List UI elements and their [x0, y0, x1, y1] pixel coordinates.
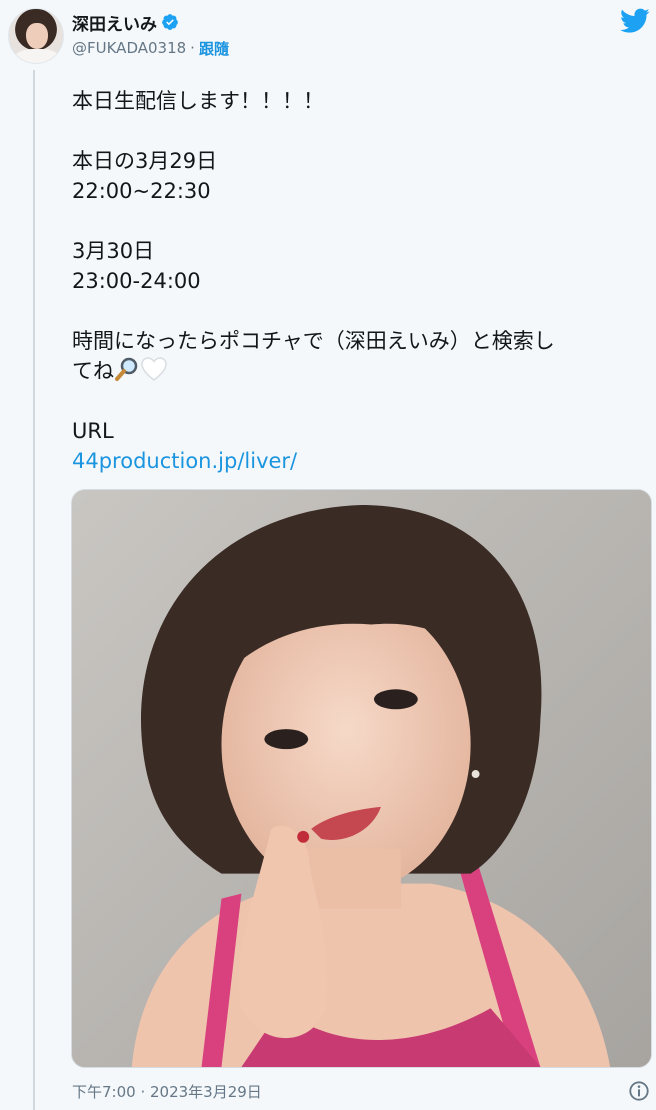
verified-badge-icon — [162, 14, 178, 30]
thread-line — [33, 70, 35, 1110]
tweet-text: 本日生配信します！！！！ 本日の3月29日 22:00~22:30 3月30日 … — [72, 86, 650, 476]
tweet-line: 3月30日 — [72, 239, 155, 263]
photo-icon — [72, 490, 651, 1067]
tweet-line: 時間になったらポコチャで（深田えいみ）と検索し — [72, 329, 555, 353]
tweet-line: 23:00-24:00 — [72, 269, 201, 293]
url-label: URL — [72, 419, 114, 443]
handle[interactable]: @FUKADA0318 — [72, 39, 186, 57]
tweet-header: 深田えいみ @FUKADA0318 · 跟隨 — [72, 10, 229, 60]
tweet-line: 22:00~22:30 — [72, 179, 211, 203]
twitter-bird-icon[interactable] — [620, 8, 650, 34]
tweet-card: 深田えいみ @FUKADA0318 · 跟隨 本日生配信します！！！！ 本日の3… — [0, 0, 656, 1110]
tweet-line: 本日の3月29日 — [72, 149, 218, 173]
white-heart-icon — [141, 357, 167, 381]
avatar[interactable] — [8, 8, 64, 64]
info-icon[interactable] — [628, 1080, 650, 1102]
magnifying-glass-icon — [115, 357, 138, 381]
tweet-link[interactable]: 44production.jp/liver/ — [72, 449, 297, 473]
timestamp[interactable]: 下午7:00 · 2023年3月29日 — [72, 1081, 262, 1102]
tweet-line-with-emoji: てね — [72, 356, 650, 386]
follow-button[interactable]: 跟隨 — [199, 38, 229, 59]
tweet-photo[interactable] — [71, 489, 652, 1068]
separator: · — [190, 39, 195, 57]
tweet-line: てね — [72, 359, 114, 383]
tweet-footer: 下午7:00 · 2023年3月29日 — [72, 1080, 650, 1102]
tweet-line: 本日生配信します！！！！ — [72, 89, 324, 113]
display-name[interactable]: 深田えいみ — [72, 10, 157, 35]
